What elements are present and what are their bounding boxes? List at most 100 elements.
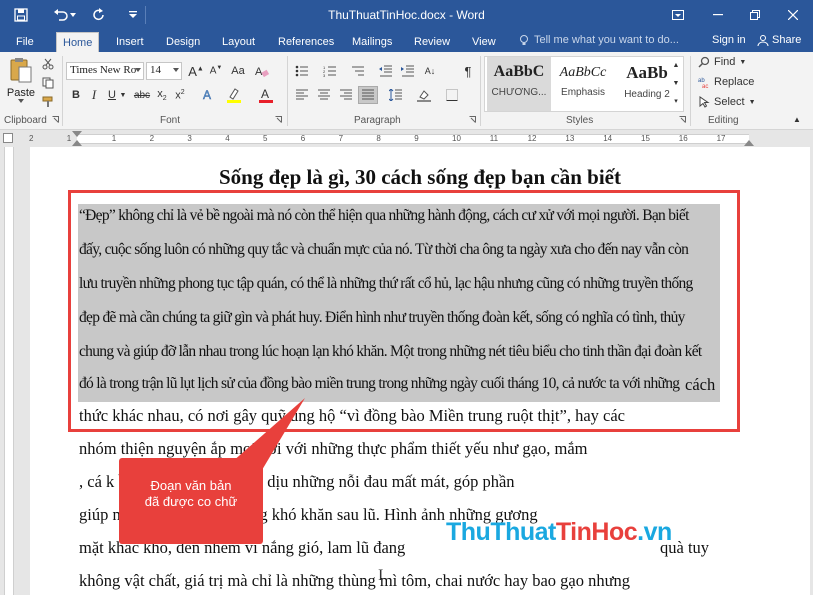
ribbon: Paste Clipboard Times New Ro 14 A▲ A▼ Aa… [0,52,813,130]
tab-review[interactable]: Review [408,32,456,52]
tab-insert[interactable]: Insert [110,32,150,52]
ruler-number: 17 [716,134,726,143]
styles-launcher-icon[interactable] [677,113,687,125]
subscript-icon[interactable]: x2 [152,86,172,104]
tell-me-box[interactable]: Tell me what you want to do... [518,34,679,46]
person-icon [757,35,769,46]
text-cursor-icon: I [378,567,384,584]
sort-icon[interactable]: A↓ [420,62,440,80]
select-label: Select [714,96,745,108]
shrink-font-icon[interactable]: A▼ [206,62,226,80]
text-effects-icon[interactable]: A [198,86,218,104]
styles-more-icon[interactable]: ▾ [670,94,682,108]
tab-view[interactable]: View [466,32,502,52]
font-color-icon[interactable]: A [256,86,276,104]
font-name-combo[interactable]: Times New Ro [66,62,144,80]
replace-button[interactable]: ab ac Replace [698,76,754,88]
tab-layout[interactable]: Layout [216,32,261,52]
replace-label: Replace [714,76,755,88]
copy-icon[interactable] [38,74,58,92]
styles-group-label: Styles [566,115,594,126]
multilevel-list-icon[interactable] [348,62,368,80]
find-button[interactable]: Find ▼ [698,56,746,68]
callout-line: đã được co chữ [144,494,238,509]
document-line: thức khác nhau, có nơi gây quỹ ủng hộ “v… [79,406,625,425]
svg-text:ac: ac [702,84,708,88]
font-size-combo[interactable]: 14 [146,62,182,80]
strikethrough-icon[interactable]: abc [132,86,152,104]
align-left-icon[interactable] [292,86,312,104]
tab-mailings[interactable]: Mailings [346,32,398,52]
style-chuong[interactable]: AaBbC CHƯƠNG... [487,57,551,111]
borders-icon[interactable] [442,86,462,104]
ruler-number: 8 [376,134,381,143]
tab-design[interactable]: Design [160,32,206,52]
document-title: Sống đẹp là gì, 30 cách sống đẹp bạn cần… [219,165,621,189]
ruler-number: 5 [263,134,268,143]
align-center-icon[interactable] [314,86,334,104]
bold-icon[interactable]: B [66,86,86,104]
increase-indent-icon[interactable] [398,62,418,80]
clear-formatting-icon[interactable]: A [252,62,272,80]
watermark-part: .vn [637,518,672,546]
tab-home[interactable]: Home [56,32,100,52]
italic-icon[interactable]: I [84,86,104,104]
tab-file[interactable]: File [10,32,40,52]
ruler-number: 15 [641,134,650,143]
styles-scroll-up-icon[interactable]: ▲ [670,58,682,72]
minimize-icon[interactable] [703,0,733,30]
paste-button[interactable]: Paste [6,56,36,112]
align-right-icon[interactable] [336,86,356,104]
chevron-down-icon[interactable]: ▼ [118,86,128,104]
document-line-tail: cách [685,375,716,394]
cut-icon[interactable] [38,55,58,73]
line-spacing-icon[interactable] [386,86,406,104]
shading-icon[interactable] [414,86,434,104]
group-divider [690,56,691,126]
decrease-indent-icon[interactable] [376,62,396,80]
svg-text:A: A [203,88,211,102]
grow-font-icon[interactable]: A▲ [186,62,206,80]
watermark-logo: ThuThuatTinHoc.vn [446,518,672,547]
font-launcher-icon[interactable] [273,113,283,125]
show-formatting-icon[interactable]: ¶ [458,62,478,80]
clipboard-launcher-icon[interactable] [50,113,60,125]
first-line-indent-marker[interactable] [72,131,82,137]
bullets-icon[interactable] [292,62,312,80]
numbering-icon[interactable]: 123 [320,62,340,80]
ruler-number: 16 [678,134,688,143]
superscript-icon[interactable]: x2 [170,86,190,104]
font-name-value: Times New Ro [70,64,137,76]
format-painter-icon[interactable] [38,93,58,111]
tab-selector-icon[interactable] [3,133,13,143]
group-divider [287,56,288,126]
ruler-number: 13 [565,134,575,143]
chevron-down-icon [173,68,179,72]
change-case-icon[interactable]: Aa [228,62,248,80]
restore-icon[interactable] [740,0,770,30]
share-label: Share [772,34,802,46]
tab-references[interactable]: References [272,32,340,52]
horizontal-ruler: 2 1 1 2 3 4 5 6 7 8 9 10 11 12 13 14 15 16 17 [0,131,813,147]
justify-icon[interactable] [358,86,378,104]
hanging-indent-marker[interactable] [72,140,82,146]
right-indent-marker[interactable] [744,140,754,146]
group-divider [62,56,63,126]
close-icon[interactable] [778,0,808,30]
highlight-color-icon[interactable] [224,86,244,104]
ruler-number: 2 [29,134,34,143]
ruler-number: 4 [225,134,230,143]
paragraph-launcher-icon[interactable] [467,113,477,125]
ruler-number: 12 [527,134,537,143]
share-button[interactable]: Share [757,34,801,46]
styles-scroll-down-icon[interactable]: ▼ [670,76,682,90]
ribbon-display-options-icon[interactable] [663,0,693,30]
select-button[interactable]: Select ▼ [698,96,756,108]
paragraph-group-label: Paragraph [354,115,401,126]
group-divider [480,56,481,126]
style-preview: AaBbCc [559,65,607,80]
style-emphasis[interactable]: AaBbCc Emphasis [551,57,615,111]
search-icon [698,56,710,68]
collapse-ribbon-icon[interactable]: ▲ [790,113,804,125]
sign-in-link[interactable]: Sign in [712,34,746,46]
